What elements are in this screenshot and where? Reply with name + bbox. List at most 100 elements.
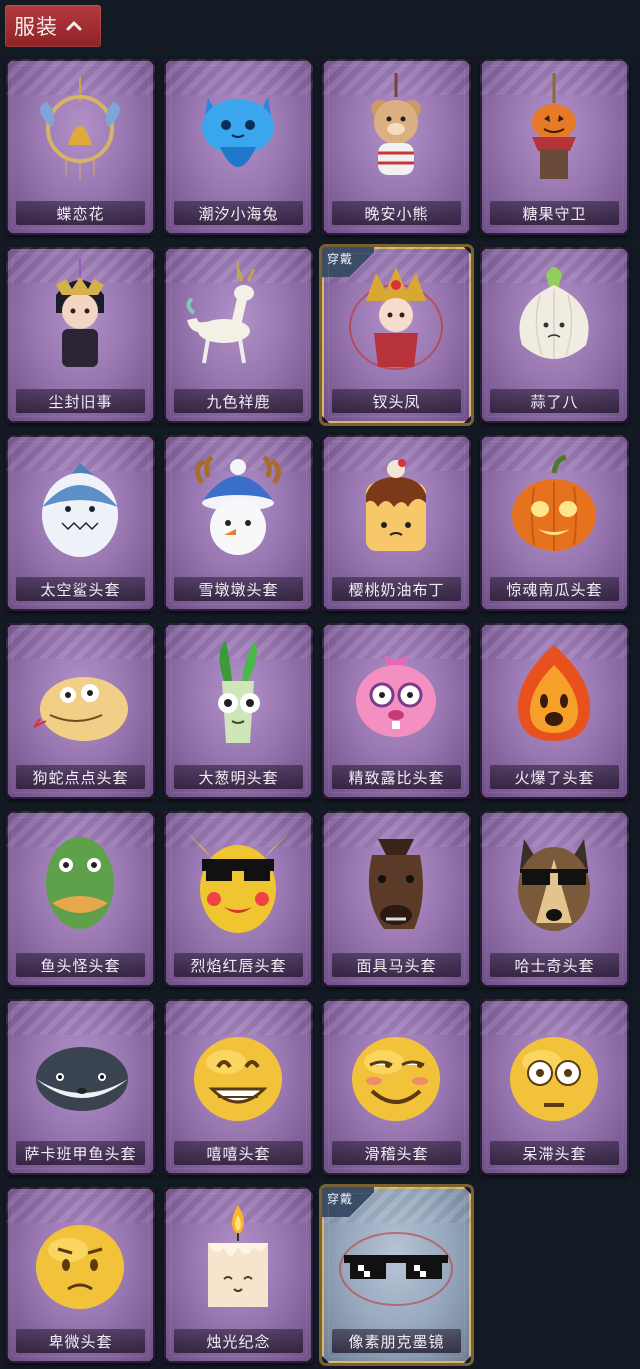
pink-beaver-icon [356,655,436,737]
item-name-bar: 滑稽头套 [332,1141,461,1165]
item-name: 晚安小熊 [364,204,429,223]
item-name-bar: 像素朋克墨镜 [332,1329,461,1353]
item-card[interactable]: 精致露比头套 [322,623,471,799]
item-name-bar: 潮汐小海兔 [174,201,303,225]
item-name: 九色祥鹿 [206,392,271,411]
item-name: 糖果守卫 [522,204,587,223]
item-name: 卑微头套 [48,1332,113,1351]
item-card[interactable]: 尘封旧事 [6,247,155,423]
pudding-icon [366,459,426,551]
item-name-bar: 尘封旧事 [16,389,145,413]
item-card[interactable]: 蝶恋花 [6,59,155,235]
item-card[interactable]: 哈士奇头套 [480,811,629,987]
item-name-bar: 烈焰红唇头套 [174,953,303,977]
item-name-bar: 呆滞头套 [490,1141,619,1165]
item-name-bar: 雪墩墩头套 [174,577,303,601]
item-name: 哈士奇头套 [514,956,595,975]
item-name-bar: 晚安小熊 [332,201,461,225]
item-card[interactable]: 潮汐小海兔 [164,59,313,235]
item-name-bar: 哈士奇头套 [490,953,619,977]
item-name-bar: 鱼头怪头套 [16,953,145,977]
item-name-bar: 大葱明头套 [174,765,303,789]
snake-dog-icon [33,677,128,741]
item-card[interactable]: 呆滞头套 [480,999,629,1175]
item-name: 面具马头套 [356,956,437,975]
item-name-bar: 太空鲨头套 [16,577,145,601]
item-card[interactable]: 穿戴 钗头凤 [322,247,471,423]
sacabambaspis-icon [36,1047,128,1111]
item-card[interactable]: 面具马头套 [322,811,471,987]
item-card[interactable]: 鱼头怪头套 [6,811,155,987]
item-name: 尘封旧事 [48,392,113,411]
item-card[interactable]: 惊魂南瓜头套 [480,435,629,611]
item-name: 惊魂南瓜头套 [506,580,603,599]
item-name: 樱桃奶油布丁 [348,580,445,599]
item-card[interactable]: 狗蛇点点头套 [6,623,155,799]
item-name: 萨卡班甲鱼头套 [24,1144,137,1163]
pikachu-sunglasses-icon [184,829,292,933]
jack-o-lantern-icon [512,454,596,551]
item-name: 像素朋克墨镜 [348,1332,445,1351]
item-name: 滑稽头套 [364,1144,429,1163]
item-card[interactable]: 烈焰红唇头套 [164,811,313,987]
item-name: 狗蛇点点头套 [32,768,129,787]
item-name: 蝶恋花 [56,204,105,223]
item-name: 潮汐小海兔 [198,204,279,223]
item-card[interactable]: 火爆了头套 [480,623,629,799]
item-name-bar: 面具马头套 [332,953,461,977]
item-card[interactable]: 太空鲨头套 [6,435,155,611]
grin-emoji-icon [194,1037,282,1121]
item-card[interactable]: 卑微头套 [6,1187,155,1363]
item-name-bar: 糖果守卫 [490,201,619,225]
item-name-bar: 萨卡班甲鱼头套 [16,1141,145,1165]
item-card[interactable]: 嘻嘻头套 [164,999,313,1175]
section-title: 服装 [14,15,58,39]
chevron-up-icon [66,21,82,31]
snowman-reindeer-icon [195,455,281,555]
item-name: 太空鲨头套 [40,580,121,599]
item-card[interactable]: 樱桃奶油布丁 [322,435,471,611]
item-card[interactable]: 烛光纪念 [164,1187,313,1363]
equipped-badge: 穿戴 [322,1187,374,1217]
fire-spirit-icon [518,645,590,741]
item-card[interactable]: 蒜了八 [480,247,629,423]
item-name: 雪墩墩头套 [198,580,279,599]
item-card[interactable]: 晚安小熊 [322,59,471,235]
item-name: 嘻嘻头套 [206,1144,271,1163]
item-name: 火爆了头套 [514,768,595,787]
item-name-bar: 精致露比头套 [332,765,461,789]
item-name: 烈焰红唇头套 [190,956,287,975]
funny-emoji-icon [352,1037,440,1121]
horse-mask-icon [368,839,423,929]
item-name-bar: 樱桃奶油布丁 [332,577,461,601]
husky-sunglasses-icon [518,839,590,931]
item-name: 呆滞头套 [522,1144,587,1163]
item-name-bar: 惊魂南瓜头套 [490,577,619,601]
item-card[interactable]: 雪墩墩头套 [164,435,313,611]
item-name-bar: 狗蛇点点头套 [16,765,145,789]
green-onion-icon [218,641,260,743]
white-deer-icon [186,261,256,364]
item-card[interactable]: 穿戴 像素朋克墨镜 [322,1187,471,1363]
item-card[interactable]: 糖果守卫 [480,59,629,235]
equipped-badge: 穿戴 [322,247,374,277]
item-name: 烛光纪念 [206,1332,271,1351]
blue-sea-bunny-icon [202,97,274,167]
fish-head-icon [46,837,114,929]
item-name-bar: 烛光纪念 [174,1329,303,1353]
item-name-bar: 九色祥鹿 [174,389,303,413]
garlic-icon [519,267,589,359]
item-name: 精致露比头套 [348,768,445,787]
item-name-bar: 蒜了八 [490,389,619,413]
item-name-bar: 嘻嘻头套 [174,1141,303,1165]
pumpkin-scarecrow-icon [532,73,576,179]
costume-page: 服装 蝶恋花 潮汐小海兔 晚安小熊 糖果守卫 尘封旧事 九色祥鹿 穿戴 钗头凤 … [0,0,640,1369]
stunned-emoji-icon [510,1037,598,1121]
item-name-bar: 蝶恋花 [16,201,145,225]
item-card[interactable]: 萨卡班甲鱼头套 [6,999,155,1175]
item-card[interactable]: 大葱明头套 [164,623,313,799]
item-card[interactable]: 九色祥鹿 [164,247,313,423]
item-card[interactable]: 滑稽头套 [322,999,471,1175]
costume-section-toggle[interactable]: 服装 [5,5,101,47]
shark-helmet-icon [42,463,118,557]
